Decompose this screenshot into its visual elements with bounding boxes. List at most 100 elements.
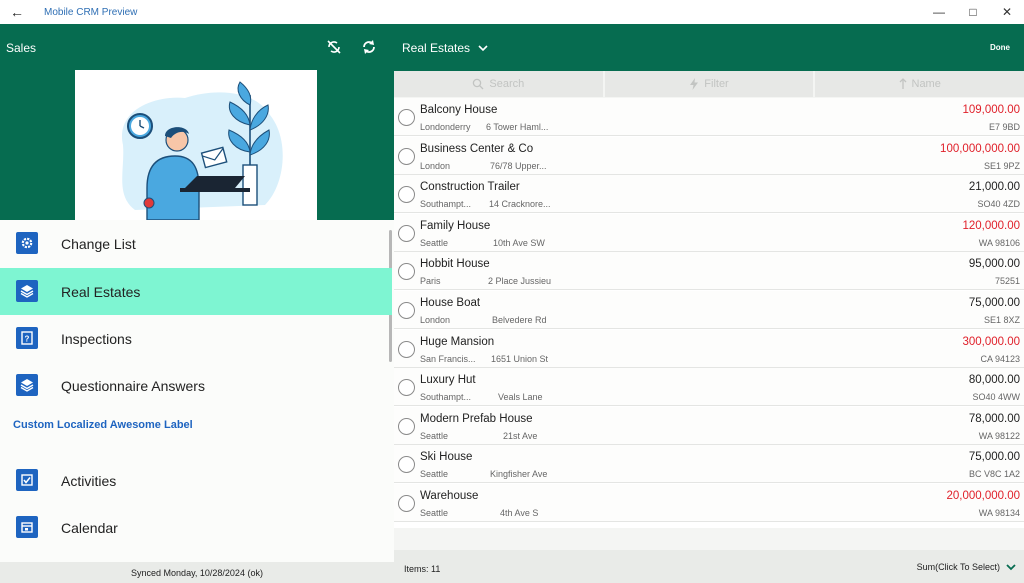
row-select-radio[interactable] bbox=[398, 340, 415, 358]
menu-item-calendar[interactable]: Calendar bbox=[0, 504, 392, 551]
row-select-radio[interactable] bbox=[398, 263, 415, 281]
row-select-radio[interactable] bbox=[398, 224, 415, 242]
row-city: Paris bbox=[420, 276, 441, 287]
row-city: Seattle bbox=[420, 237, 449, 248]
row-name: Hobbit House bbox=[420, 258, 490, 271]
row-city: Londonderry bbox=[420, 122, 471, 132]
row-name: Construction Trailer bbox=[420, 181, 520, 194]
navigation-panel: Sales Change List Real Estates ? Inspect… bbox=[0, 24, 394, 583]
sort-button[interactable]: Name bbox=[815, 71, 1024, 97]
row-city: San Francis... bbox=[420, 353, 476, 364]
minimize-button[interactable]: — bbox=[922, 0, 956, 24]
row-price: 120,000.00 bbox=[962, 219, 1020, 232]
calendar-icon bbox=[16, 516, 38, 538]
list-row[interactable]: Construction Trailer Southampt... 14 Crack… bbox=[394, 175, 1024, 214]
list-row[interactable]: Balcony House Londonderry 6 Tower Haml... 1… bbox=[394, 98, 1024, 136]
search-button[interactable]: Search bbox=[394, 71, 605, 97]
row-zip: SO40 4WW bbox=[972, 392, 1020, 403]
menu-item-activities[interactable]: Activities bbox=[0, 457, 392, 504]
row-zip: E7 9BD bbox=[988, 122, 1020, 132]
sync-off-icon[interactable] bbox=[325, 38, 343, 56]
row-street: 2 Place Jussieu bbox=[488, 276, 552, 287]
chevron-down-icon bbox=[478, 45, 488, 52]
list-row[interactable]: Warehouse Seattle 4th Ave S 20,000,000.00 WA… bbox=[394, 484, 1024, 522]
row-zip: CA 94123 bbox=[980, 353, 1020, 364]
menu-item-label: Activities bbox=[61, 472, 117, 489]
sort-arrow-icon bbox=[899, 78, 906, 89]
menu-item-label: Change List bbox=[61, 235, 136, 252]
sync-status: Synced Monday, 10/28/2024 (ok) bbox=[0, 562, 394, 583]
list-row[interactable]: House Boat London Belvedere Rd 75,000.00 SE1… bbox=[394, 291, 1024, 329]
app-title: Sales bbox=[6, 41, 37, 55]
row-name: Warehouse bbox=[420, 490, 479, 502]
row-zip: SE1 8XZ bbox=[983, 315, 1020, 325]
list-panel: Real Estates Done Search Filter Name Bal… bbox=[394, 24, 1024, 583]
row-select-radio[interactable] bbox=[398, 147, 415, 165]
row-zip: WA 98122 bbox=[978, 430, 1020, 441]
view-selector[interactable]: Real Estates bbox=[402, 41, 488, 55]
row-street: 1651 Union St bbox=[491, 353, 549, 364]
row-price: 109,000.00 bbox=[962, 104, 1020, 116]
row-city: Seattle bbox=[420, 508, 449, 518]
row-street: 14 Cracknore... bbox=[489, 199, 551, 210]
close-button[interactable]: ✕ bbox=[990, 0, 1024, 24]
list-row[interactable]: Family House Seattle 10th Ave SW 120,000.00… bbox=[394, 213, 1024, 252]
row-price: 78,000.00 bbox=[968, 412, 1020, 425]
row-select-radio[interactable] bbox=[398, 495, 415, 512]
row-name: House Boat bbox=[420, 297, 481, 309]
row-name: Family House bbox=[420, 219, 491, 232]
list-header: Real Estates Done bbox=[394, 24, 1024, 71]
row-select-radio[interactable] bbox=[398, 302, 415, 319]
filter-button[interactable]: Filter bbox=[605, 71, 816, 97]
row-select-radio[interactable] bbox=[398, 186, 415, 204]
section-header: Custom Localized Awesome Label bbox=[13, 419, 193, 431]
list-toolbar: Search Filter Name bbox=[394, 71, 1024, 97]
row-price: 95,000.00 bbox=[968, 258, 1020, 271]
row-city: London bbox=[420, 315, 451, 325]
search-label: Search bbox=[489, 78, 525, 90]
menu-item-inspections[interactable]: ? Inspections bbox=[0, 315, 392, 362]
row-name: Luxury Hut bbox=[420, 374, 476, 387]
row-zip: WA 98134 bbox=[978, 508, 1020, 518]
menu-item-label: Inspections bbox=[61, 330, 132, 347]
menu-item-questionnaire-answers[interactable]: Questionnaire Answers bbox=[0, 362, 392, 409]
back-arrow-icon[interactable]: ← bbox=[0, 0, 34, 24]
menu-item-label: Real Estates bbox=[61, 283, 141, 300]
row-street: Belvedere Rd bbox=[492, 315, 547, 325]
list-row[interactable]: Huge Mansion San Francis... 1651 Union St 3… bbox=[394, 329, 1024, 368]
svg-text:?: ? bbox=[25, 335, 30, 344]
row-city: Seattle bbox=[420, 469, 449, 480]
row-city: Seattle bbox=[420, 430, 449, 441]
row-price: 80,000.00 bbox=[968, 374, 1020, 387]
row-city: London bbox=[420, 160, 451, 171]
gear-icon bbox=[16, 232, 38, 254]
menu-item-label: Questionnaire Answers bbox=[61, 377, 205, 394]
menu-item-real-estates[interactable]: Real Estates bbox=[0, 268, 392, 315]
layers-icon bbox=[16, 280, 38, 302]
row-select-radio[interactable] bbox=[398, 456, 415, 474]
list-row[interactable]: Luxury Hut Southampt... Veals Lane 80,000.0… bbox=[394, 368, 1024, 407]
list-row[interactable]: Modern Prefab House Seattle 21st Ave 78,000… bbox=[394, 406, 1024, 445]
list-row[interactable]: Ski House Seattle Kingfisher Ave 75,000.00 B… bbox=[394, 445, 1024, 484]
sum-selector[interactable]: Sum(Click To Select) bbox=[917, 562, 1016, 572]
row-select-radio[interactable] bbox=[398, 109, 415, 126]
done-button[interactable]: Done bbox=[990, 43, 1010, 52]
row-street: 21st Ave bbox=[503, 430, 538, 441]
row-city: Southampt... bbox=[420, 199, 472, 210]
maximize-button[interactable]: □ bbox=[956, 0, 990, 24]
sort-label: Name bbox=[911, 78, 941, 90]
row-city: Southampt... bbox=[420, 392, 472, 403]
refresh-icon[interactable] bbox=[360, 38, 378, 56]
title-bar: ← Mobile CRM Preview — □ ✕ bbox=[0, 0, 1024, 24]
filter-label: Filter bbox=[704, 78, 729, 90]
menu-item-change-list[interactable]: Change List bbox=[0, 220, 392, 267]
list-row[interactable]: Business Center & Co London 76/78 Upper...… bbox=[394, 136, 1024, 175]
list-row[interactable]: Hobbit House Paris 2 Place Jussieu 95,000.0… bbox=[394, 252, 1024, 291]
row-price: 75,000.00 bbox=[968, 451, 1020, 464]
view-title: Real Estates bbox=[402, 41, 471, 55]
row-name: Huge Mansion bbox=[420, 335, 495, 348]
row-price: 21,000.00 bbox=[968, 181, 1020, 194]
row-select-radio[interactable] bbox=[398, 379, 415, 397]
row-street: 4th Ave S bbox=[500, 508, 539, 518]
row-select-radio[interactable] bbox=[398, 417, 415, 435]
